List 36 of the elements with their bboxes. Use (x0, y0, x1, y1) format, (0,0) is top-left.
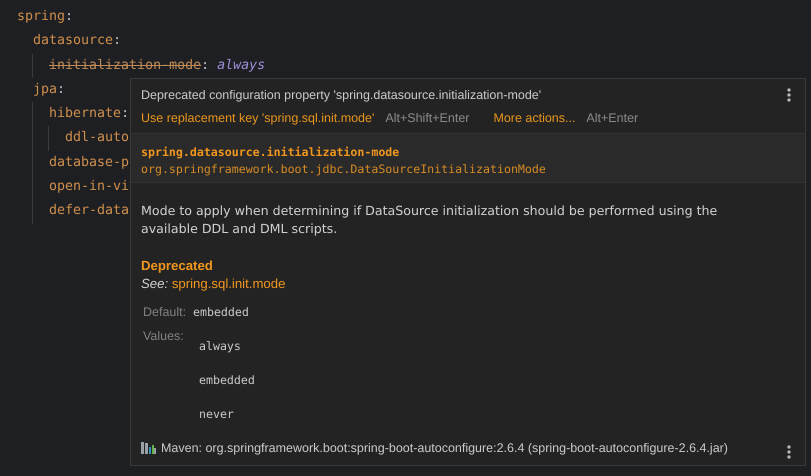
yaml-key: jpa (33, 78, 58, 102)
description: Mode to apply when determining if DataSource initialization should be performed using the available DDL and DML scripts. (141, 202, 718, 238)
colon: : (121, 105, 130, 124)
allowed-value: embedded (199, 373, 255, 387)
property-type: org.springframework.boot.jdbc.DataSourceInitializationMode (141, 162, 547, 176)
values-label: Values: (143, 329, 185, 343)
more-icon[interactable] (787, 445, 791, 459)
quick-fix-link[interactable]: Use replacement key 'spring.sql.init.mode' (141, 111, 374, 125)
yaml-key: open-in-vi (49, 175, 130, 200)
yaml-key: spring (17, 5, 66, 30)
deprecated-label: Deprecated (141, 258, 214, 273)
yaml-key: hibernate (49, 102, 122, 126)
colon: : (201, 56, 210, 75)
yaml-key: database-p (49, 150, 130, 176)
see-label: See: (141, 276, 168, 291)
default-value: embedded (193, 305, 249, 319)
allowed-value: never (199, 407, 235, 421)
more-icon[interactable] (787, 88, 791, 102)
quick-fix-link[interactable]: More actions... (493, 111, 576, 125)
colon: : (113, 32, 122, 50)
see-link[interactable]: spring.sql.init.mode (172, 276, 286, 291)
colon: : (65, 8, 74, 26)
warning-message: Deprecated configuration property 'spring.datasource.initialization-mode' (141, 88, 542, 102)
yaml-key: defer-data (49, 199, 130, 224)
yaml-key: datasource (33, 29, 114, 54)
library-icon (141, 442, 156, 454)
colon: : (57, 80, 66, 99)
property-name: spring.datasource.initialization-mode (141, 145, 400, 159)
yaml-key: ddl-auto (65, 126, 130, 151)
source-library: Maven: org.springframework.boot:spring-boot-autoconfigure:2.6.4 (spring-boot-autoconfigure-2.6.4.jar) (161, 441, 728, 455)
shortcut-hint: Alt+Shift+Enter (385, 111, 470, 125)
shortcut-hint: Alt+Enter (586, 111, 638, 125)
yaml-value: always (217, 56, 266, 75)
yaml-key: initialization-mode (49, 54, 202, 78)
allowed-value: always (199, 339, 242, 353)
default-label: Default: (143, 305, 188, 319)
